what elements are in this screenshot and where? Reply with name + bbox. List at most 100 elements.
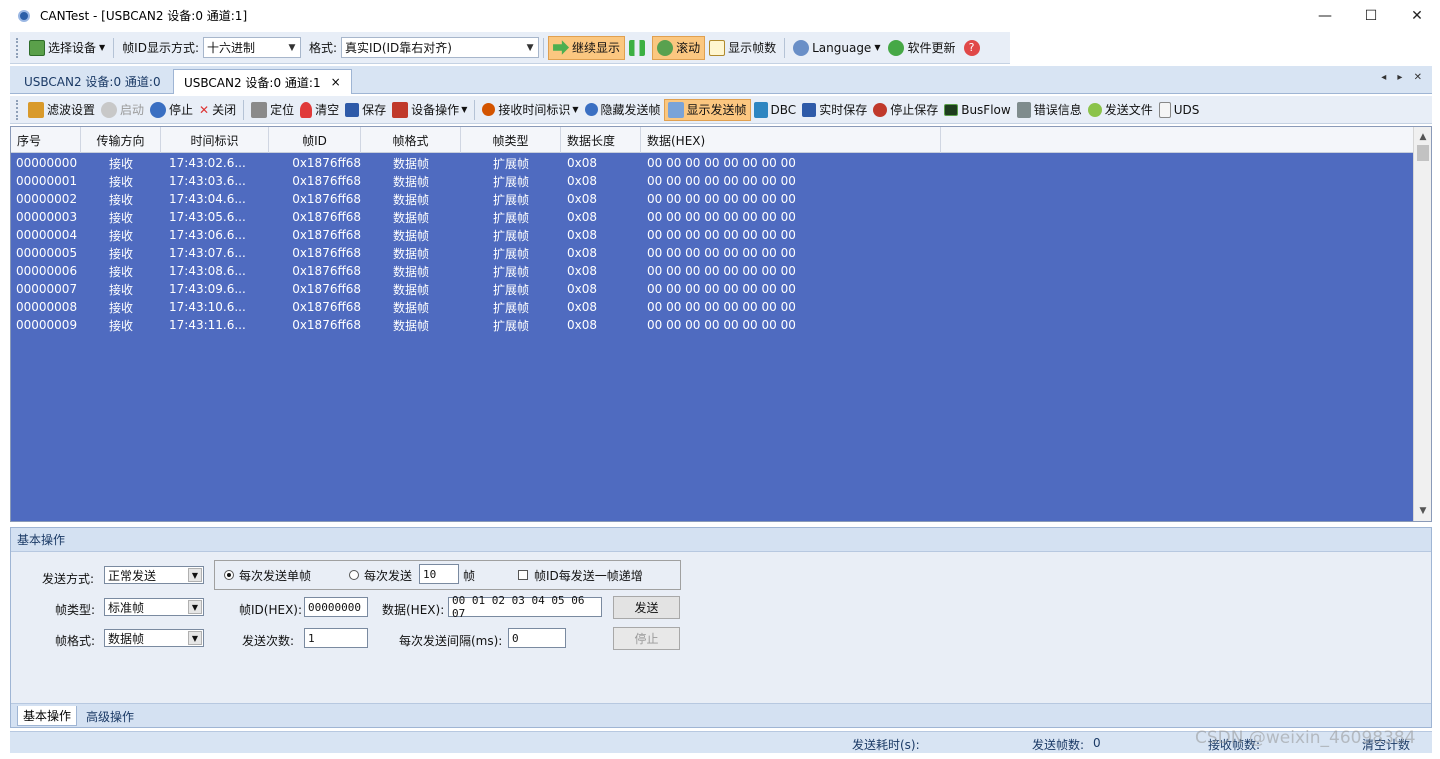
minimize-button[interactable]: — [1302, 0, 1348, 31]
table-row[interactable]: 00000001 接收 17:43:03.6... 0x1876ff68 数据帧 扩展帧 0… [11, 172, 1413, 190]
table-row[interactable]: 00000006 接收 17:43:08.6... 0x1876ff68 数据帧 扩展帧 0… [11, 262, 1413, 280]
column-header[interactable]: 数据(HEX) [641, 127, 941, 153]
frame-id-input[interactable]: 00000000 [304, 597, 368, 617]
locate-button[interactable]: 定位 [248, 99, 297, 121]
table-row[interactable]: 00000008 接收 17:43:10.6... 0x1876ff68 数据帧 扩展帧 0… [11, 298, 1413, 316]
table-row[interactable]: 00000002 接收 17:43:04.6... 0x1876ff68 数据帧 扩展帧 0… [11, 190, 1413, 208]
single-frame-radio[interactable] [224, 570, 234, 580]
language-button[interactable]: Language ▼ [789, 36, 884, 60]
software-update-button[interactable]: 软件更新 [884, 36, 959, 60]
pause-button[interactable] [625, 36, 652, 60]
cell-seq: 00000000 [16, 156, 78, 170]
stop-send-button[interactable]: 停止 [613, 627, 680, 650]
error-info-button[interactable]: 错误信息 [1014, 99, 1085, 121]
cell-frame-format: 数据帧 [392, 156, 429, 171]
id-increment-checkbox[interactable] [518, 570, 528, 580]
cell-direction: 接收 [108, 192, 133, 207]
table-row[interactable]: 00000005 接收 17:43:07.6... 0x1876ff68 数据帧 扩展帧 0… [11, 244, 1413, 262]
cell-frame-id: 0x1876ff68 [292, 282, 361, 296]
close-tab-icon[interactable]: × [331, 75, 341, 89]
multi-frame-radio[interactable] [349, 570, 359, 580]
continue-display-button[interactable]: 继续显示 [548, 35, 626, 60]
filter-label: 滤波设置 [47, 103, 96, 117]
maximize-button[interactable]: ☐ [1348, 0, 1394, 31]
data-input[interactable]: 00 01 02 03 04 05 06 07 [448, 594, 602, 620]
dbc-button[interactable]: DBC [751, 99, 800, 121]
column-header[interactable]: 帧类型 [461, 127, 561, 153]
scroll-thumb[interactable] [1417, 145, 1429, 161]
realtime-save-button[interactable]: 实时保存 [799, 99, 870, 121]
start-button[interactable]: 启动 [98, 99, 147, 121]
language-label: Language [812, 40, 872, 55]
help-button[interactable]: ? [960, 36, 987, 60]
frame-format-select[interactable]: 数据帧 ▼ [104, 629, 204, 647]
select-device-button[interactable]: 选择设备 ▼ [25, 36, 109, 60]
table-row[interactable]: 00000007 接收 17:43:09.6... 0x1876ff68 数据帧 扩展帧 0… [11, 280, 1413, 298]
interval-input[interactable]: 0 [508, 628, 566, 648]
send-count-input[interactable]: 1 [304, 628, 368, 648]
column-header[interactable]: 数据长度 [561, 127, 641, 153]
table-row[interactable]: 00000003 接收 17:43:05.6... 0x1876ff68 数据帧 扩展帧 0… [11, 208, 1413, 226]
cell-frame-id: 0x1876ff68 [292, 318, 361, 332]
show-frame-count-button[interactable]: 显示帧数 [705, 36, 780, 60]
recv-time-button[interactable]: 接收时间标识 ▼ [479, 99, 581, 121]
column-header[interactable]: 帧ID [269, 127, 361, 153]
scroll-icon [657, 39, 674, 56]
column-header[interactable]: 传输方向 [81, 127, 161, 153]
cell-data: 00 00 00 00 00 00 00 00 [647, 300, 796, 314]
toolbar-grip[interactable] [16, 99, 19, 120]
close-window-button[interactable]: ✕ [1394, 0, 1440, 31]
format-select[interactable]: 真实ID(ID靠右对齐) ▼ [341, 37, 540, 58]
send-mode-select[interactable]: 正常发送 ▼ [104, 566, 204, 584]
frame-id-display-select[interactable]: 十六进制 ▼ [203, 37, 301, 58]
start-label: 启动 [120, 103, 145, 117]
scroll-down-icon[interactable]: ▼ [1414, 503, 1431, 519]
send-file-label: 发送文件 [1104, 103, 1153, 117]
cell-time: 17:43:06.6... [169, 228, 246, 242]
stop-button[interactable]: 停止 [147, 99, 196, 121]
send-button[interactable]: 发送 [613, 596, 680, 619]
tab-nav-controls[interactable]: ◂ ▸ ✕ [1381, 72, 1426, 83]
save-button[interactable]: 保存 [342, 99, 389, 121]
filter-settings-button[interactable]: 滤波设置 [25, 99, 98, 121]
stop-save-button[interactable]: 停止保存 [870, 99, 941, 121]
tab-channel-1[interactable]: USBCAN2 设备:0 通道:1 × [173, 69, 352, 94]
cell-data: 00 00 00 00 00 00 00 00 [647, 210, 796, 224]
grid-body: 00000000 接收 17:43:02.6... 0x1876ff68 数据帧 扩展帧 0… [11, 154, 1413, 334]
grid-vertical-scrollbar[interactable]: ▲ ▼ [1413, 127, 1431, 521]
column-header[interactable]: 序号 [11, 127, 81, 153]
tab-advanced-ops[interactable]: 高级操作 [81, 706, 139, 726]
cell-seq: 00000003 [16, 210, 78, 224]
stop-icon [150, 101, 167, 118]
window-title: CANTest - [USBCAN2 设备:0 通道:1] [40, 9, 248, 23]
chevron-down-icon: ▼ [188, 568, 202, 582]
close-device-button[interactable]: ✕ 关闭 [196, 99, 239, 121]
table-row[interactable]: 00000004 接收 17:43:06.6... 0x1876ff68 数据帧 扩展帧 0… [11, 226, 1413, 244]
busflow-button[interactable]: BusFlow [941, 99, 1013, 121]
show-send-button[interactable]: 显示发送帧 [663, 98, 751, 121]
table-row[interactable]: 00000000 接收 17:43:02.6... 0x1876ff68 数据帧 扩展帧 0… [11, 154, 1413, 172]
column-header[interactable]: 时间标识 [161, 127, 269, 153]
send-count-label: 发送次数: [242, 634, 295, 648]
device-ops-button[interactable]: 设备操作 ▼ [389, 99, 470, 121]
frame-type-select[interactable]: 标准帧 ▼ [104, 598, 204, 616]
cell-frame-format: 数据帧 [392, 192, 429, 207]
cell-length: 0x08 [567, 192, 598, 206]
table-row[interactable]: 00000009 接收 17:43:11.6... 0x1876ff68 数据帧 扩展帧 0… [11, 316, 1413, 334]
cell-frame-format: 数据帧 [392, 228, 429, 243]
uds-button[interactable]: UDS [1156, 99, 1203, 121]
tab-channel-0[interactable]: USBCAN2 设备:0 通道:0 [14, 69, 171, 94]
tab-basic-ops[interactable]: 基本操作 [17, 706, 78, 726]
scroll-up-icon[interactable]: ▲ [1414, 129, 1431, 145]
scroll-button[interactable]: 滚动 [652, 35, 706, 60]
column-header[interactable]: 帧格式 [361, 127, 461, 153]
cell-frame-format: 数据帧 [392, 174, 429, 189]
cell-seq: 00000005 [16, 246, 78, 260]
clear-button[interactable]: 清空 [297, 99, 342, 121]
toolbar-grip[interactable] [16, 37, 19, 58]
hide-icon [584, 103, 598, 116]
multi-frame-count-input[interactable]: 10 [419, 564, 459, 584]
message-grid[interactable]: 序号 传输方向 时间标识 帧ID 帧格式 帧类型 数据长度 数据(HEX) 00… [10, 126, 1432, 522]
hide-send-button[interactable]: 隐藏发送帧 [582, 99, 664, 121]
send-file-button[interactable]: 发送文件 [1085, 99, 1156, 121]
